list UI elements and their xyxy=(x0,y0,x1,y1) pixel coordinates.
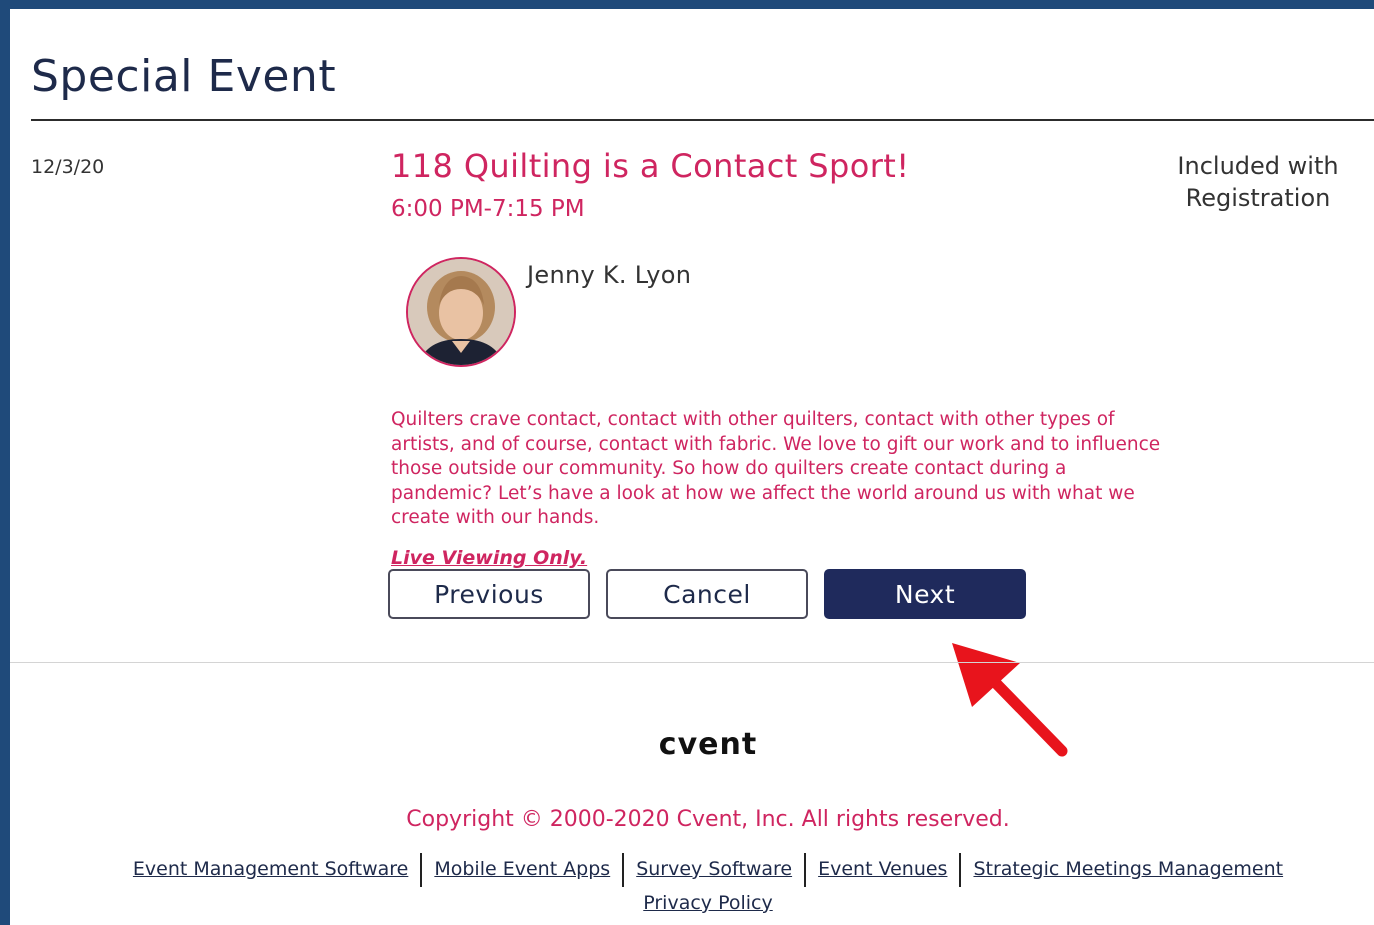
session-description: Quilters crave contact, contact with oth… xyxy=(391,409,1161,529)
cvent-logo: cvent xyxy=(658,727,758,762)
speaker-name: Jenny K. Lyon xyxy=(527,261,692,289)
footer-link-mobile-apps[interactable]: Mobile Event Apps xyxy=(422,852,622,886)
content-divider xyxy=(10,662,1374,663)
footer-links: Event Management Software Mobile Event Ap… xyxy=(10,852,1374,887)
privacy-row: Privacy Policy xyxy=(10,892,1374,914)
session-title: 118 Quilting is a Contact Sport! xyxy=(391,147,910,185)
speaker-photo xyxy=(408,259,514,365)
session-date: 12/3/20 xyxy=(31,156,105,178)
footer-link-strategic-meetings[interactable]: Strategic Meetings Management xyxy=(961,852,1295,886)
privacy-policy-link[interactable]: Privacy Policy xyxy=(643,892,772,914)
footer-link-survey-software[interactable]: Survey Software xyxy=(624,852,804,886)
price-line-1: Included with xyxy=(1177,152,1339,180)
page-title: Special Event xyxy=(31,51,337,102)
session-time: 6:00 PM-7:15 PM xyxy=(391,196,585,222)
next-button[interactable]: Next xyxy=(824,569,1026,619)
registration-page: Special Event 12/3/20 118 Quilting is a … xyxy=(10,9,1374,925)
title-divider xyxy=(31,119,1374,121)
live-viewing-note: Live Viewing Only. xyxy=(391,547,588,569)
price-line-2: Registration xyxy=(1185,184,1331,212)
footer-link-event-venues[interactable]: Event Venues xyxy=(806,852,959,886)
previous-button[interactable]: Previous xyxy=(388,569,590,619)
footer-link-event-management[interactable]: Event Management Software xyxy=(121,852,420,886)
cancel-button[interactable]: Cancel xyxy=(606,569,808,619)
speaker-avatar xyxy=(406,257,516,367)
session-price: Included with Registration xyxy=(1158,150,1358,214)
copyright-text: Copyright © 2000-2020 Cvent, Inc. All ri… xyxy=(406,807,1010,832)
